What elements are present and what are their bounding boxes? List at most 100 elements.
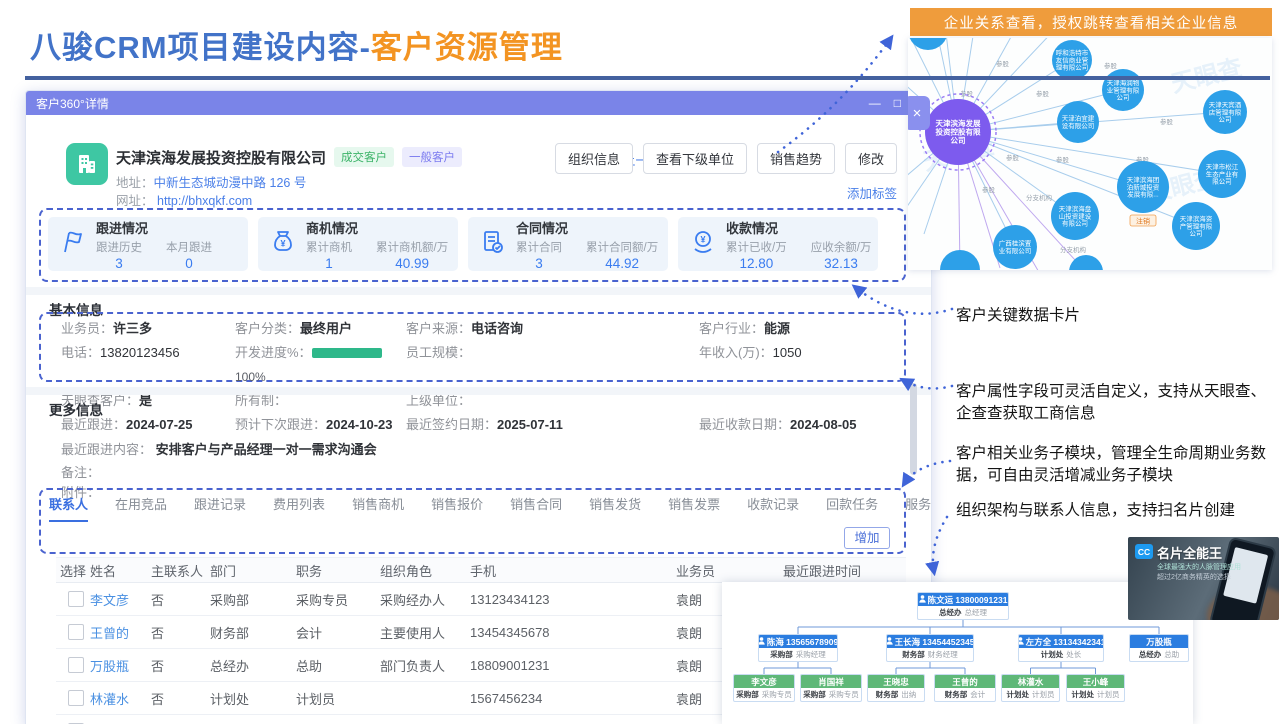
org-node-王长海[interactable]: 王长海 13454452345财务部财务经理 xyxy=(886,634,974,662)
edge-label: 分支机构 xyxy=(1060,245,1087,254)
org-dept: 采购部 xyxy=(770,649,793,660)
stat-card-合同情况[interactable]: 合同情况累计合同3累计合同额/万44.92 xyxy=(468,217,668,271)
tab-跟进记录[interactable]: 跟进记录 xyxy=(194,494,246,522)
action-button-查看下级单位[interactable]: 查看下级单位 xyxy=(643,143,747,174)
enterprise-graph-panel: 天眼查 天眼查 天眼查 参股参股参股参股参股参股参股参股参股分支机构分支机构呼和… xyxy=(908,38,1272,270)
column-header-职务: 职务 xyxy=(292,558,376,583)
address-link[interactable]: 中新生态城动漫中路 126 号 xyxy=(154,176,307,190)
stat: 本月跟进0 xyxy=(166,239,212,271)
company-node[interactable]: 天津市松江生态产业有限公司 xyxy=(1198,150,1246,198)
minimize-icon[interactable]: — xyxy=(869,96,881,110)
camcard-slogan-1: 全球最强大的人脉管理应用 xyxy=(1157,562,1241,572)
row-checkbox[interactable] xyxy=(68,657,84,673)
org-dept: 计划处 xyxy=(1007,689,1030,700)
contact-name-link[interactable]: 林灌水 xyxy=(86,682,147,715)
cell: 否 xyxy=(147,649,206,682)
title-underline xyxy=(25,76,1270,80)
stat-card-收款情况[interactable]: ¥收款情况累计已收/万12.80应收余额/万32.13 xyxy=(678,217,878,271)
company-node[interactable] xyxy=(908,38,948,50)
tab-收款记录[interactable]: 收款记录 xyxy=(747,494,799,522)
cell: 计划处 xyxy=(206,715,292,724)
row-checkbox[interactable] xyxy=(68,624,84,640)
stat-value: 1 xyxy=(306,256,352,271)
tab-销售合同[interactable]: 销售合同 xyxy=(510,494,562,522)
org-name: 王长海 13454452345 xyxy=(895,636,974,648)
company-node[interactable]: 广西桂滨置业有限公司 xyxy=(993,225,1037,269)
company-node[interactable] xyxy=(940,250,980,270)
contact-name-link[interactable]: 王曾的 xyxy=(86,616,147,649)
svg-text:天津滨海团泊新城投资发展有限...: 天津滨海团泊新城投资发展有限... xyxy=(1127,175,1160,199)
stat-card-商机情况[interactable]: ¥商机情况累计商机1累计商机额/万40.99 xyxy=(258,217,458,271)
add-record-button[interactable]: 增加 xyxy=(844,527,890,549)
progress-value: 100% xyxy=(235,370,266,384)
org-node-林灌水[interactable]: 林灌水计划处计划员 xyxy=(1001,674,1060,702)
tab-回款任务[interactable]: 回款任务 xyxy=(826,494,878,522)
org-node-王曾的[interactable]: 王曾的财务部会计 xyxy=(934,674,996,702)
action-button-销售趋势[interactable]: 销售趋势 xyxy=(757,143,835,174)
action-button-组织信息[interactable]: 组织信息 xyxy=(555,143,633,174)
action-button-修改[interactable]: 修改 xyxy=(845,143,897,174)
stat-card-跟进情况[interactable]: 跟进情况跟进历史3本月跟进0 xyxy=(48,217,248,271)
contact-name-link[interactable]: 左方全 xyxy=(86,715,147,724)
column-header-业务员: 业务员 xyxy=(672,558,779,583)
edge-label: 参股 xyxy=(1160,117,1174,126)
field-客户来源: 客户来源：电话咨询 xyxy=(406,317,699,341)
cell: 部门负责人 xyxy=(376,649,466,682)
org-name: 肖国祥 xyxy=(818,676,844,688)
tab-费用列表[interactable]: 费用列表 xyxy=(273,494,325,522)
org-node-陈文运[interactable]: 陈文运 13800091231总经办总经理 xyxy=(917,592,1009,620)
company-node[interactable]: 呼和浩特市友信商业管理有限公司 xyxy=(1052,40,1092,80)
contact-name-link[interactable]: 万股瓶 xyxy=(86,649,147,682)
org-name: 左方全 13134342341 xyxy=(1026,636,1104,648)
maximize-icon[interactable]: □ xyxy=(894,96,901,110)
tab-销售报价[interactable]: 销售报价 xyxy=(431,494,483,522)
row-checkbox[interactable] xyxy=(68,690,84,706)
slide-page: 八骏CRM项目建设内容-客户资源管理 客户360°详情 — □ × 天津滨海发展… xyxy=(0,0,1279,724)
stat-value: 32.13 xyxy=(811,256,872,271)
person-icon xyxy=(886,637,893,647)
row-checkbox[interactable] xyxy=(68,591,84,607)
deregistered-tag: 注销 xyxy=(1136,217,1150,226)
field-员工规模: 员工规模： xyxy=(406,341,699,389)
follow-content-field: 最近跟进内容： 安排客户与产品经理一对一需求沟通会 xyxy=(61,439,377,458)
cell: 财务部 xyxy=(206,616,292,649)
stat-label: 累计已收/万 xyxy=(726,239,787,255)
company-node[interactable]: 天津滨海团泊新城投资发展有限... 注销 xyxy=(1117,161,1169,226)
org-dept: 总经办 xyxy=(1139,649,1162,660)
org-title: 处长 xyxy=(1066,649,1081,660)
org-node-左方全[interactable]: 左方全 13134342341计划处处长 xyxy=(1018,634,1104,662)
add-tag-link[interactable]: 添加标签 xyxy=(847,183,897,202)
graph-close-button[interactable]: × xyxy=(908,96,930,130)
row-select-cell xyxy=(56,649,86,682)
company-node[interactable] xyxy=(1069,255,1103,270)
field-预计下次跟进: 预计下次跟进：2024-10-23 xyxy=(235,413,406,437)
contact-name-link[interactable]: 李文彦 xyxy=(86,583,147,616)
tab-销售商机[interactable]: 销售商机 xyxy=(352,494,404,522)
org-node-王晓忠[interactable]: 王晓忠财务部出纳 xyxy=(867,674,925,702)
website-link[interactable]: http://bhxqkf.com xyxy=(157,194,252,208)
field-客户行业: 客户行业：能源 xyxy=(699,317,906,341)
tab-销售发货[interactable]: 销售发货 xyxy=(589,494,641,522)
org-node-万股瓶[interactable]: 万股瓶总经办总助 xyxy=(1129,634,1189,662)
org-node-肖国祥[interactable]: 肖国祥采购部采购专员 xyxy=(800,674,862,702)
tab-在用竞品[interactable]: 在用竞品 xyxy=(115,494,167,522)
tab-服务需求[interactable]: 服务需求 xyxy=(905,494,931,522)
company-node[interactable]: 天津泊宜建设有限公司 xyxy=(1057,101,1099,143)
stat-value: 40.99 xyxy=(376,256,448,271)
tab-联系人[interactable]: 联系人 xyxy=(49,494,88,522)
svg-text:¥: ¥ xyxy=(700,234,705,244)
tab-销售发票[interactable]: 销售发票 xyxy=(668,494,720,522)
cell: 总经办 xyxy=(206,649,292,682)
subtabs: 联系人在用竞品跟进记录费用列表销售商机销售报价销售合同销售发货销售发票收款记录回… xyxy=(49,494,931,522)
org-node-李文彦[interactable]: 李文彦采购部采购专员 xyxy=(733,674,795,702)
org-node-陈海[interactable]: 陈海 13565678909采购部采购经理 xyxy=(758,634,838,662)
edge-label: 参股 xyxy=(1056,155,1070,164)
org-node-王小峰[interactable]: 王小峰计划处计划员 xyxy=(1066,674,1125,702)
org-dept: 计划处 xyxy=(1041,649,1064,660)
company-node[interactable]: 天津滨海资产管理有限公司 xyxy=(1172,202,1220,250)
company-node[interactable]: 天津天宾酒店管理有限公司 xyxy=(1203,90,1247,134)
center-company-node[interactable]: 天津滨海发展投资控股有限公司 xyxy=(920,94,996,170)
stat-value: 3 xyxy=(516,256,562,271)
scrollbar-thumb[interactable] xyxy=(910,383,917,475)
company-node[interactable]: 天津滨海盘山投资建设有限公司 xyxy=(1051,192,1099,240)
